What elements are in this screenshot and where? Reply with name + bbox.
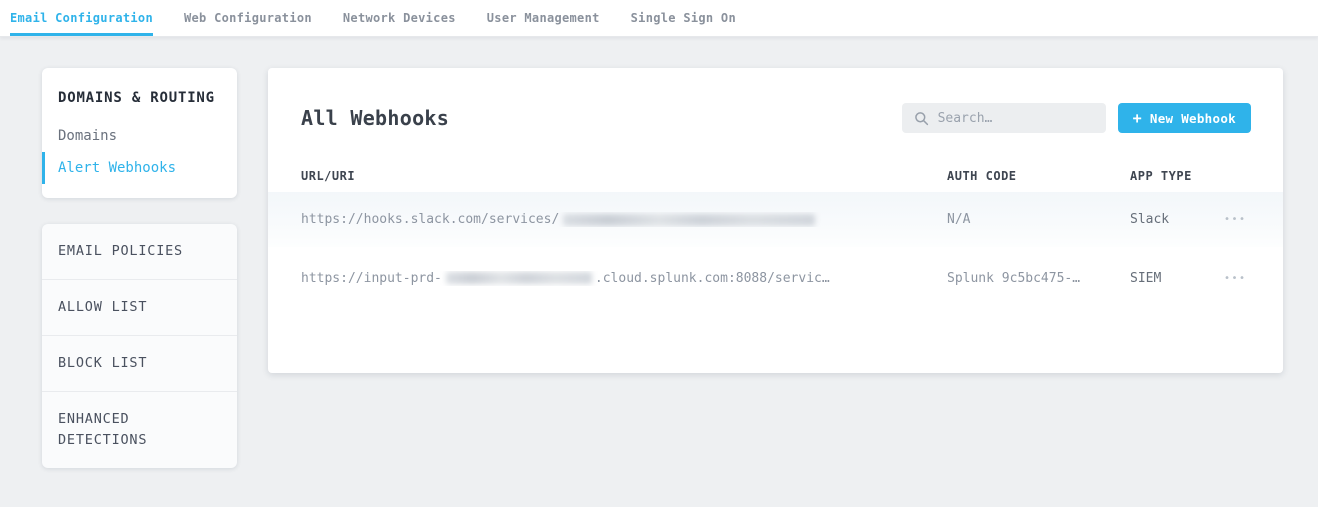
row-menu-button[interactable]: ••• (1220, 214, 1259, 225)
column-header-url-uri: URL/URI (301, 169, 947, 183)
tab-network-devices[interactable]: Network Devices (343, 0, 456, 36)
url-text-suffix: .cloud.splunk.com:8088/servic… (595, 271, 830, 286)
redacted-text (563, 214, 815, 226)
content-area: DOMAINS & ROUTING Domains Alert Webhooks… (0, 37, 1318, 468)
search-box[interactable] (902, 103, 1106, 133)
tab-web-configuration[interactable]: Web Configuration (184, 0, 312, 36)
auth-code-cell: N/A (947, 212, 1130, 227)
new-webhook-label: New Webhook (1150, 111, 1236, 126)
page-title: All Webhooks (301, 106, 449, 130)
tab-email-configuration[interactable]: Email Configuration (10, 0, 153, 36)
search-input[interactable] (938, 111, 1094, 126)
url-cell: https://input-prd- .cloud.splunk.com:8088… (301, 271, 947, 286)
column-header-auth-code: AUTH CODE (947, 169, 1130, 183)
redacted-text (446, 272, 592, 284)
sidebar-item-allow-list[interactable]: ALLOW LIST (42, 279, 237, 335)
column-header-app-type: APP TYPE (1130, 169, 1220, 183)
sidebar-section-title: DOMAINS & ROUTING (58, 90, 221, 106)
sidebar: DOMAINS & ROUTING Domains Alert Webhooks… (42, 68, 237, 468)
domains-routing-card: DOMAINS & ROUTING Domains Alert Webhooks (42, 68, 237, 198)
search-icon (914, 111, 929, 126)
url-cell: https://hooks.slack.com/services/ (301, 212, 947, 227)
plus-icon: + (1133, 111, 1142, 126)
table-row: https://input-prd- .cloud.splunk.com:8088… (268, 247, 1283, 309)
sidebar-item-alert-webhooks[interactable]: Alert Webhooks (42, 152, 237, 184)
row-menu-button[interactable]: ••• (1220, 273, 1259, 284)
app-type-cell: Slack (1130, 212, 1220, 227)
new-webhook-button[interactable]: + New Webhook (1118, 103, 1251, 133)
top-nav: Email Configuration Web Configuration Ne… (0, 0, 1318, 37)
sidebar-item-enhanced-detections[interactable]: ENHANCED DETECTIONS (42, 391, 237, 468)
card-header: All Webhooks + New Webhook (268, 68, 1283, 133)
tab-user-management[interactable]: User Management (487, 0, 600, 36)
sidebar-sections-card: EMAIL POLICIES ALLOW LIST BLOCK LIST ENH… (42, 224, 237, 468)
app-type-cell: SIEM (1130, 271, 1220, 286)
sidebar-item-email-policies[interactable]: EMAIL POLICIES (42, 224, 237, 279)
tab-single-sign-on[interactable]: Single Sign On (631, 0, 736, 36)
table-row: https://hooks.slack.com/services/ N/A Sl… (268, 192, 1283, 247)
auth-code-cell: Splunk 9c5bc475-… (947, 271, 1130, 286)
table-header: URL/URI AUTH CODE APP TYPE (268, 160, 1283, 192)
url-text: https://input-prd- (301, 271, 442, 286)
webhooks-card: All Webhooks + New Webhook URL/URI AUTH … (268, 68, 1283, 373)
url-text: https://hooks.slack.com/services/ (301, 212, 559, 227)
sidebar-item-block-list[interactable]: BLOCK LIST (42, 335, 237, 391)
sidebar-item-domains[interactable]: Domains (42, 120, 237, 152)
